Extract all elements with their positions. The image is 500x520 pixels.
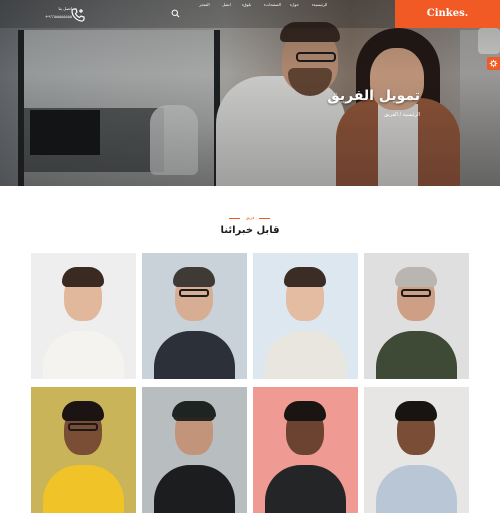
team-member-card[interactable] xyxy=(31,253,136,379)
member-glasses xyxy=(68,423,98,431)
contact-block[interactable]: اتصل بنا +٩٦٦٥٥٥٥٥٥٥٥ xyxy=(30,6,86,24)
team-member-card[interactable] xyxy=(364,387,469,513)
nav-item-shop[interactable]: المتجر xyxy=(199,0,210,10)
kicker-divider xyxy=(229,218,240,219)
phone-icon xyxy=(71,8,85,22)
team-member-card[interactable] xyxy=(142,253,247,379)
nav-item-home[interactable]: ▾الرئيسية xyxy=(311,0,327,10)
member-hair xyxy=(62,267,104,287)
brand-logo-box[interactable]: Cinkes. xyxy=(395,0,500,28)
nav-item-about[interactable]: ▾حول xyxy=(289,0,299,10)
team-member-card[interactable] xyxy=(253,253,358,379)
breadcrumb[interactable]: الرئيسية / الفريق xyxy=(300,112,420,118)
team-member-card[interactable] xyxy=(253,387,358,513)
team-grid xyxy=(31,253,469,513)
member-cap xyxy=(172,401,216,417)
top-navigation-bar: اتصل بنا +٩٦٦٥٥٥٥٥٥٥٥ المتجر اتصل ▾بلوق … xyxy=(0,0,500,28)
member-glasses xyxy=(401,289,431,297)
member-hair xyxy=(62,401,104,421)
section-kicker: فريق xyxy=(245,215,255,220)
team-member-card[interactable] xyxy=(142,387,247,513)
member-hair xyxy=(284,267,326,287)
kicker-divider xyxy=(259,218,270,219)
contact-label: اتصل بنا xyxy=(58,6,72,11)
member-hair xyxy=(395,401,437,421)
section-title: قابل خبرائنا xyxy=(220,225,280,236)
member-hair xyxy=(395,267,437,287)
member-hair xyxy=(173,267,215,287)
settings-toggle[interactable] xyxy=(487,57,500,70)
member-glasses xyxy=(179,289,209,297)
team-member-card[interactable] xyxy=(364,253,469,379)
member-hair xyxy=(284,401,326,421)
gear-icon xyxy=(489,59,498,68)
nav-item-pages[interactable]: ▾الصفحات xyxy=(263,0,281,10)
brand-logo: Cinkes. xyxy=(426,8,469,19)
page-title: تمويل الفريق xyxy=(327,88,420,104)
search-icon[interactable] xyxy=(171,9,180,18)
nav-item-blog[interactable]: ▾بلوق xyxy=(241,0,251,10)
nav-item-contact[interactable]: اتصل xyxy=(222,0,231,10)
contact-number[interactable]: +٩٦٦٥٥٥٥٥٥٥٥ xyxy=(30,14,72,20)
team-member-card[interactable] xyxy=(31,387,136,513)
